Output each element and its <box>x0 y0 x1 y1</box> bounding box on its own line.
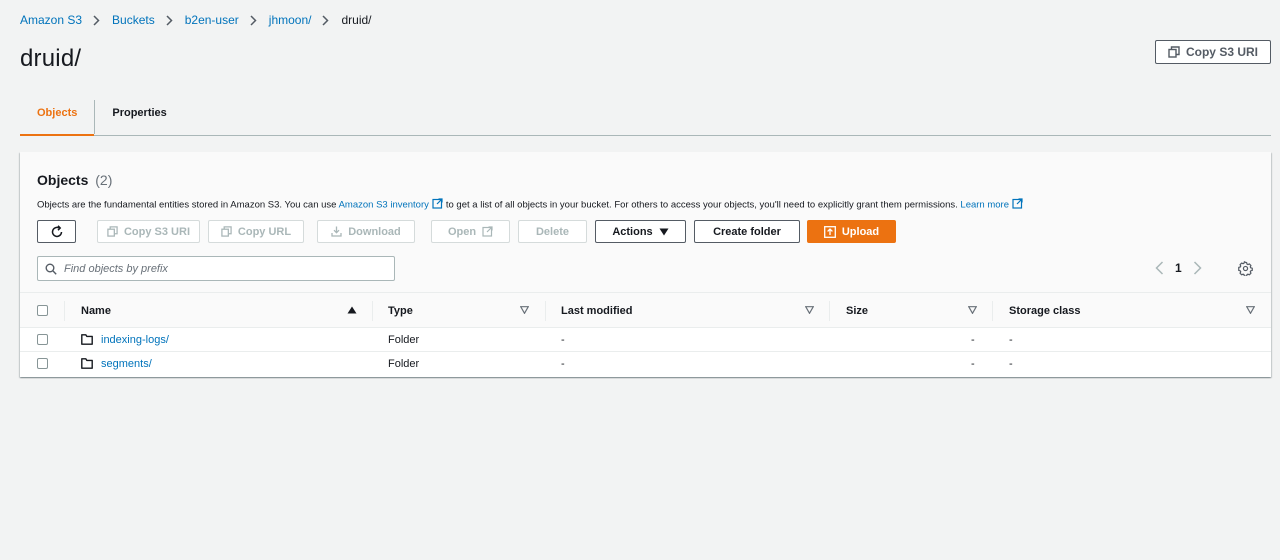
breadcrumb-buckets[interactable]: Buckets <box>112 13 155 27</box>
copy-s3-uri-toolbar-label: Copy S3 URI <box>123 225 190 238</box>
object-storage-class: - <box>1009 334 1013 346</box>
column-divider <box>372 301 373 321</box>
delete-label: Delete <box>535 225 570 238</box>
tab-bar: Objects Properties <box>20 90 1271 136</box>
object-size: - <box>971 334 975 346</box>
column-divider <box>545 301 546 321</box>
tab-properties[interactable]: Properties <box>95 90 183 135</box>
breadcrumb-bucket[interactable]: b2en-user <box>185 13 239 27</box>
chevron-right-icon <box>166 14 174 26</box>
objects-panel-header: Objects (2) Objects are the fundamental … <box>20 152 1271 293</box>
refresh-button[interactable] <box>37 220 76 243</box>
copy-s3-uri-label: Copy S3 URI <box>1185 45 1258 59</box>
copy-s3-uri-button[interactable]: Copy S3 URI <box>1155 40 1271 64</box>
chevron-right-icon <box>93 14 101 26</box>
create-folder-button[interactable]: Create folder <box>694 220 800 243</box>
actions-dropdown[interactable]: Actions <box>595 220 686 243</box>
create-folder-label: Create folder <box>713 225 781 238</box>
objects-count: (2) <box>95 172 113 188</box>
object-type: Folder <box>388 358 420 370</box>
object-last-modified: - <box>561 358 565 370</box>
external-link-icon <box>1012 198 1023 212</box>
breadcrumb: Amazon S3 Buckets b2en-user jhmoon/ drui… <box>20 13 372 27</box>
column-header-name[interactable]: Name <box>81 293 111 328</box>
chevron-right-icon <box>322 14 330 26</box>
open-label: Open <box>447 225 477 238</box>
delete-button[interactable]: Delete <box>518 220 587 243</box>
upload-label: Upload <box>841 225 880 238</box>
table-row[interactable]: segments/ Folder - - - <box>20 352 1271 376</box>
column-header-last-modified[interactable]: Last modified <box>561 293 633 328</box>
select-all-checkbox[interactable] <box>37 305 48 316</box>
object-last-modified: - <box>561 334 565 346</box>
search-box <box>37 256 395 281</box>
column-divider <box>829 301 830 321</box>
upload-icon <box>823 225 836 238</box>
column-header-storage-class[interactable]: Storage class <box>1009 293 1081 328</box>
page-number[interactable]: 1 <box>1175 261 1182 275</box>
actions-label: Actions <box>612 225 653 238</box>
sort-ascending-icon[interactable] <box>347 306 357 314</box>
table-settings[interactable] <box>1238 257 1254 279</box>
copy-icon <box>107 226 118 237</box>
open-button[interactable]: Open <box>431 220 510 243</box>
object-name-link[interactable]: segments/ <box>101 352 152 376</box>
refresh-icon <box>51 224 62 237</box>
chevron-right-icon <box>250 14 258 26</box>
copy-url-label: Copy URL <box>237 225 292 238</box>
tab-objects[interactable]: Objects <box>20 90 95 136</box>
copy-icon <box>221 226 232 237</box>
sort-icon[interactable] <box>968 306 977 314</box>
download-label: Download <box>348 225 401 238</box>
page-title: druid/ <box>20 45 82 72</box>
column-divider <box>992 301 993 321</box>
copy-url-button[interactable]: Copy URL <box>208 220 304 243</box>
row-checkbox[interactable] <box>37 334 48 345</box>
learn-more-link[interactable]: Learn more <box>960 200 1009 211</box>
search-input[interactable] <box>64 262 364 275</box>
table-header: Name Type Last modified Size Storage cla… <box>20 293 1271 328</box>
folder-icon <box>81 358 93 369</box>
object-storage-class: - <box>1009 358 1013 370</box>
search-icon <box>45 263 57 275</box>
copy-s3-uri-toolbar-button[interactable]: Copy S3 URI <box>97 220 200 243</box>
breadcrumb-amazon-s3[interactable]: Amazon S3 <box>20 13 82 27</box>
row-checkbox[interactable] <box>37 358 48 369</box>
s3-inventory-link[interactable]: Amazon S3 inventory <box>339 200 429 211</box>
folder-icon <box>81 334 93 345</box>
external-link-icon <box>482 226 493 237</box>
sort-icon[interactable] <box>1246 306 1255 314</box>
chevron-right-icon[interactable] <box>1193 261 1202 275</box>
chevron-left-icon[interactable] <box>1155 261 1164 275</box>
column-header-size[interactable]: Size <box>846 293 868 328</box>
breadcrumb-current: druid/ <box>341 13 372 27</box>
gear-icon <box>1238 260 1253 276</box>
objects-title: Objects (2) <box>37 172 112 188</box>
description-text-2: to get a list of all objects in your buc… <box>445 199 958 211</box>
sort-icon[interactable] <box>805 306 814 314</box>
upload-button[interactable]: Upload <box>807 220 896 243</box>
column-divider <box>64 301 65 321</box>
download-button[interactable]: Download <box>317 220 415 243</box>
sort-icon[interactable] <box>520 306 529 314</box>
copy-icon <box>1168 46 1180 58</box>
objects-panel: Objects (2) Objects are the fundamental … <box>20 152 1271 377</box>
pagination: 1 <box>1155 257 1202 279</box>
objects-title-text: Objects <box>37 172 89 188</box>
download-icon <box>331 226 342 237</box>
description-text: Objects are the fundamental entities sto… <box>37 199 337 211</box>
object-name-link[interactable]: indexing-logs/ <box>101 328 169 352</box>
external-link-icon <box>432 198 443 212</box>
column-header-type[interactable]: Type <box>388 293 413 328</box>
caret-down-icon <box>659 228 669 235</box>
breadcrumb-folder-jhmoon[interactable]: jhmoon/ <box>269 13 312 27</box>
object-type: Folder <box>388 334 420 346</box>
table-row[interactable]: indexing-logs/ Folder - - - <box>20 328 1271 352</box>
objects-description: Objects are the fundamental entities sto… <box>37 198 1026 212</box>
object-size: - <box>971 358 975 370</box>
